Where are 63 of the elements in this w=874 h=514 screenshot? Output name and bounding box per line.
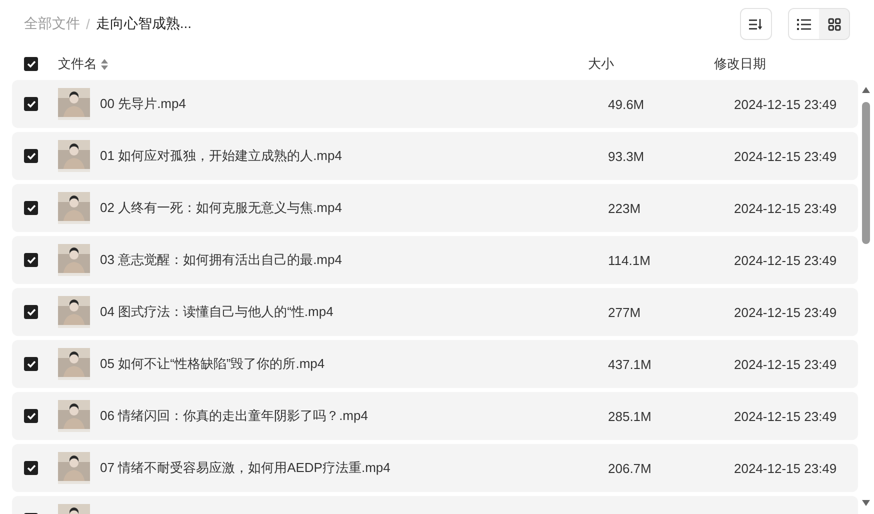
list-view-icon <box>797 18 811 30</box>
file-row[interactable]: 05 如何不让“性格缺陷”毁了你的所.mp4 437.1M 2024-12-15 23:49 <box>12 340 858 388</box>
modified-date: 2024-12-15 23:49 <box>734 408 838 424</box>
file-row[interactable]: 04 图式疗法：读懂自己与他人的“性.mp4 277M 2024-12-15 23:49 <box>12 288 858 336</box>
video-thumbnail <box>58 244 90 276</box>
modified-date: 2024-12-15 23:49 <box>734 356 838 372</box>
video-thumbnail <box>58 296 90 328</box>
file-row[interactable]: 00 先导片.mp4 49.6M 2024-12-15 23:49 <box>12 80 858 128</box>
video-thumbnail <box>58 348 90 380</box>
file-row[interactable]: 01 如何应对孤独，开始建立成熟的人.mp4 93.3M 2024-12-15 23:49 <box>12 132 858 180</box>
file-size: 206.7M <box>608 460 652 476</box>
file-name: 05 如何不让“性格缺陷”毁了你的所.mp4 <box>100 355 326 373</box>
scroll-up-arrow-icon[interactable] <box>862 87 870 93</box>
column-header[interactable]: 修改日期 <box>714 55 766 73</box>
column-header[interactable]: 大小 <box>588 55 614 73</box>
checkbox[interactable] <box>24 97 38 111</box>
modified-date: 2024-12-15 23:49 <box>734 304 838 320</box>
modified-date: 2024-12-15 23:49 <box>734 96 838 112</box>
file-size: 93.3M <box>608 148 646 164</box>
breadcrumb-separator: / <box>86 16 90 32</box>
checkbox[interactable] <box>24 57 38 71</box>
file-name: 01 如何应对孤独，开始建立成熟的人.mp4 <box>100 147 343 165</box>
checkbox[interactable] <box>24 305 38 319</box>
list-view-button[interactable] <box>789 9 819 39</box>
file-size: 114.1M <box>608 252 652 268</box>
file-name: 04 图式疗法：读懂自己与他人的“性.mp4 <box>100 303 334 321</box>
sort-icon <box>749 18 763 30</box>
modified-date: 2024-12-15 23:49 <box>734 252 838 268</box>
file-name: 03 意志觉醒：如何拥有活出自己的最.mp4 <box>100 251 343 269</box>
checkbox[interactable] <box>24 409 38 423</box>
checkbox[interactable] <box>24 149 38 163</box>
video-thumbnail <box>58 400 90 432</box>
video-thumbnail <box>58 88 90 120</box>
grid-view-icon <box>828 18 840 30</box>
modified-date: 2024-12-15 23:49 <box>734 200 838 216</box>
video-thumbnail <box>58 140 90 172</box>
file-size: 223M <box>608 200 642 216</box>
file-size: 277M <box>608 304 642 320</box>
file-name: 06 情绪闪回：你真的走出童年阴影了吗？.mp4 <box>100 407 369 425</box>
file-size: 285.1M <box>608 408 652 424</box>
checkbox[interactable] <box>24 357 38 371</box>
sort-button[interactable] <box>740 8 772 40</box>
file-row[interactable]: 02 人终有一死：如何克服无意义与焦.mp4 223M 2024-12-15 23:49 <box>12 184 858 232</box>
scrollbar-thumb[interactable] <box>862 102 870 244</box>
modified-date: 2024-12-15 23:49 <box>734 148 838 164</box>
checkbox[interactable] <box>24 253 38 267</box>
modified-date: 2024-12-15 23:49 <box>734 460 838 476</box>
file-name: 02 人终有一死：如何克服无意义与焦.mp4 <box>100 199 343 217</box>
sort-arrows-icon[interactable] <box>101 58 108 70</box>
file-row[interactable]: 06 情绪闪回：你真的走出童年阴影了吗？.mp4 285.1M 2024-12-15 23:49 <box>12 392 858 440</box>
file-name: 00 先导片.mp4 <box>100 95 187 113</box>
checkbox[interactable] <box>24 201 38 215</box>
column-header[interactable]: 文件名 <box>58 55 97 73</box>
file-size: 437.1M <box>608 356 652 372</box>
breadcrumb-link[interactable]: 走向心智成熟... <box>96 15 192 33</box>
video-thumbnail <box>58 192 90 224</box>
file-size: 49.6M <box>608 96 646 112</box>
file-row[interactable]: 07 情绪不耐受容易应激，如何用AEDP疗法重.mp4 206.7M 2024-12-15 23:49 <box>12 444 858 492</box>
video-thumbnail <box>58 452 90 484</box>
file-name: 07 情绪不耐受容易应激，如何用AEDP疗法重.mp4 <box>100 459 392 477</box>
checkbox[interactable] <box>24 461 38 475</box>
file-row[interactable]: 03 意志觉醒：如何拥有活出自己的最.mp4 114.1M 2024-12-15 23:49 <box>12 236 858 284</box>
scroll-down-arrow-icon[interactable] <box>862 500 870 506</box>
